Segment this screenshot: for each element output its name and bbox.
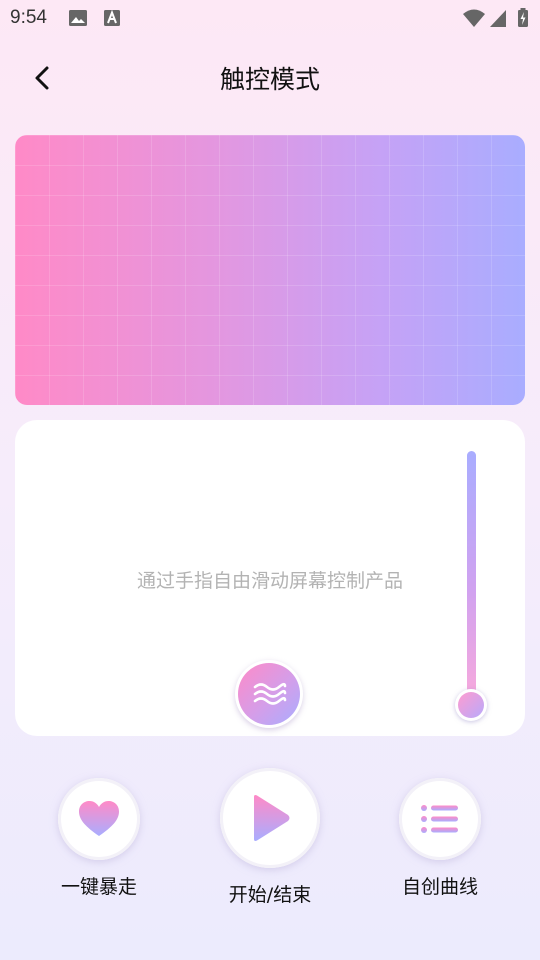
- signal-icon: [490, 10, 506, 27]
- touch-pad-grid: [15, 135, 525, 405]
- intensity-slider-thumb[interactable]: [455, 689, 487, 721]
- hint-text: 通过手指自由滑动屏幕控制产品: [136, 570, 403, 592]
- heart-icon: [79, 801, 119, 836]
- wave-knob-button[interactable]: [235, 660, 303, 728]
- play-icon: [254, 795, 290, 841]
- touch-pad[interactable]: [15, 135, 525, 405]
- custom-curve-button[interactable]: 自创曲线: [380, 778, 500, 899]
- list-icon: [421, 805, 458, 833]
- page-title: 触控模式: [219, 65, 320, 94]
- status-bar: 9:54: [0, 0, 540, 36]
- wifi-icon: [463, 9, 485, 27]
- intensity-slider-track[interactable]: [467, 451, 476, 701]
- control-panel[interactable]: 通过手指自由滑动屏幕控制产品: [15, 420, 525, 736]
- image-icon: [69, 10, 87, 26]
- header: 触控模式: [0, 50, 540, 104]
- text-a-icon: [104, 9, 120, 26]
- custom-curve-label: 自创曲线: [401, 876, 478, 898]
- start-stop-button[interactable]: 开始/结束: [210, 768, 330, 907]
- status-time: 9:54: [10, 7, 47, 28]
- battery-charging-icon: [518, 8, 528, 27]
- start-stop-label: 开始/结束: [228, 884, 312, 906]
- wave-icon: [253, 682, 287, 705]
- rush-mode-button[interactable]: 一键暴走: [40, 778, 158, 899]
- rush-mode-label: 一键暴走: [60, 876, 137, 898]
